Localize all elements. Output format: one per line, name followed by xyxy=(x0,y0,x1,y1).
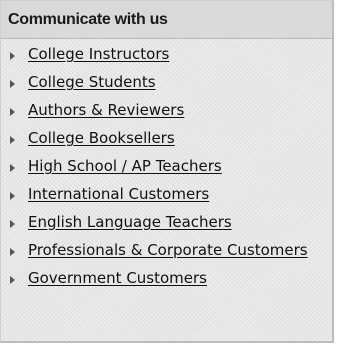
link-college-students[interactable]: College Students xyxy=(28,73,156,91)
link-international-customers[interactable]: International Customers xyxy=(28,185,209,203)
triangle-bullet-icon xyxy=(10,136,15,144)
triangle-bullet-icon xyxy=(10,52,15,60)
link-authors-reviewers[interactable]: Authors & Reviewers xyxy=(28,101,184,119)
panel-header: Communicate with us xyxy=(1,1,332,39)
triangle-bullet-icon xyxy=(10,276,15,284)
panel-title: Communicate with us xyxy=(8,10,168,28)
triangle-bullet-icon xyxy=(10,108,15,116)
list-item: High School / AP Teachers xyxy=(1,157,332,175)
list-item: English Language Teachers xyxy=(1,213,332,231)
link-english-language-teachers[interactable]: English Language Teachers xyxy=(28,213,232,231)
list-item: College Students xyxy=(1,73,332,91)
list-item: College Instructors xyxy=(1,45,332,63)
triangle-bullet-icon xyxy=(10,220,15,228)
triangle-bullet-icon xyxy=(10,192,15,200)
list-item: College Booksellers xyxy=(1,129,332,147)
triangle-bullet-icon xyxy=(10,248,15,256)
link-professionals-corporate-customers[interactable]: Professionals & Corporate Customers xyxy=(28,241,308,259)
communicate-panel: Communicate with us College Instructors … xyxy=(0,0,334,343)
list-item: Professionals & Corporate Customers xyxy=(1,241,332,259)
link-college-instructors[interactable]: College Instructors xyxy=(28,45,169,63)
triangle-bullet-icon xyxy=(10,80,15,88)
triangle-bullet-icon xyxy=(10,164,15,172)
link-government-customers[interactable]: Government Customers xyxy=(28,269,207,287)
list-item: International Customers xyxy=(1,185,332,203)
link-college-booksellers[interactable]: College Booksellers xyxy=(28,129,175,147)
list-item: Authors & Reviewers xyxy=(1,101,332,119)
link-list: College Instructors College Students Aut… xyxy=(1,39,332,287)
list-item: Government Customers xyxy=(1,269,332,287)
link-high-school-ap-teachers[interactable]: High School / AP Teachers xyxy=(28,157,222,175)
